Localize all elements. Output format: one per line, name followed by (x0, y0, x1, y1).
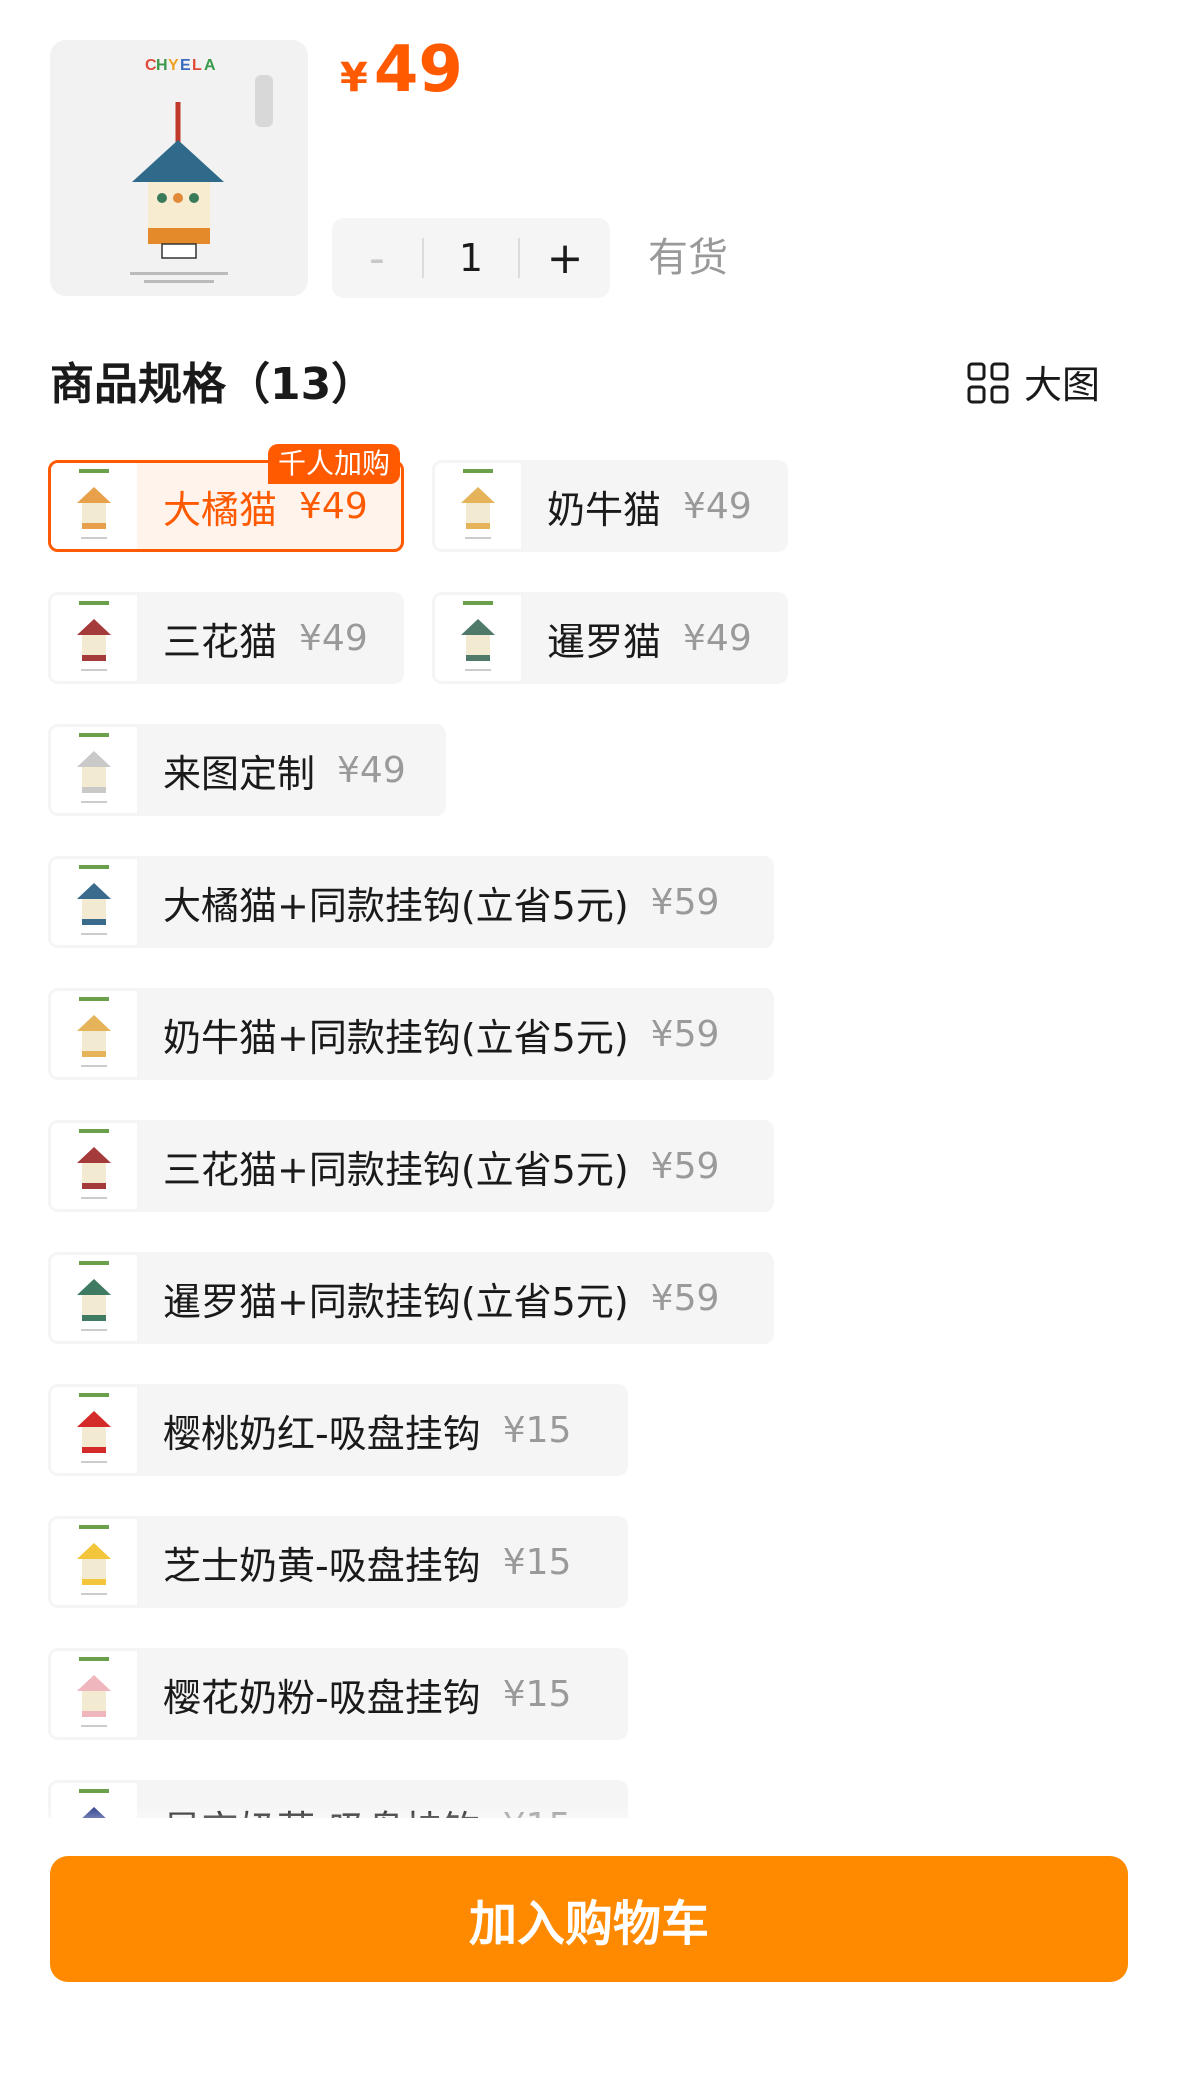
grid-icon (966, 361, 1010, 409)
option-price: ¥59 (650, 1013, 720, 1055)
option-price: ¥59 (650, 881, 720, 923)
svg-text:A: A (204, 57, 216, 74)
spec-option[interactable]: 樱桃奶红-吸盘挂钩 ¥15 (48, 1384, 628, 1476)
option-price: ¥59 (650, 1145, 720, 1187)
option-name: 三花猫+同款挂钩(立省5元) (163, 1147, 629, 1192)
option-thumbnail (435, 595, 521, 681)
price-value: 49 (373, 33, 463, 107)
option-name: 暹罗猫+同款挂钩(立省5元) (163, 1279, 629, 1324)
spec-option[interactable]: 暹罗猫+同款挂钩(立省5元) ¥59 (48, 1252, 774, 1344)
add-to-cart-button[interactable]: 加入购物车 (50, 1856, 1128, 1982)
spec-title: 商品规格（13） (50, 359, 376, 410)
option-price: ¥49 (299, 485, 368, 527)
option-thumbnail (51, 859, 137, 945)
option-thumbnail (51, 1519, 137, 1605)
option-thumbnail (51, 991, 137, 1077)
svg-text:E: E (180, 57, 191, 74)
quantity-value[interactable]: 1 (424, 236, 518, 280)
option-thumbnail (51, 595, 137, 681)
option-thumbnail (435, 463, 521, 549)
option-name: 芝士奶黄-吸盘挂钩 (163, 1543, 481, 1588)
spec-option[interactable]: 三花猫 ¥49 (48, 592, 404, 684)
option-name: 奶牛猫 (547, 487, 662, 532)
option-name: 来图定制 (163, 751, 316, 796)
option-name: 三花猫 (163, 619, 278, 664)
big-view-button[interactable]: 大图 (966, 358, 1100, 412)
spec-option[interactable]: 奶牛猫+同款挂钩(立省5元) ¥59 (48, 988, 774, 1080)
spec-option[interactable]: 奶牛猫 ¥49 (432, 460, 788, 552)
option-price: ¥15 (502, 1541, 572, 1583)
option-price: ¥15 (502, 1409, 572, 1451)
option-name: 暹罗猫 (547, 619, 662, 664)
spec-option[interactable]: 樱花奶粉-吸盘挂钩 ¥15 (48, 1648, 628, 1740)
option-name: 奶牛猫+同款挂钩(立省5元) (163, 1015, 629, 1060)
option-thumbnail (51, 1255, 137, 1341)
big-view-label: 大图 (1024, 363, 1101, 407)
svg-text:L: L (192, 57, 202, 74)
increase-button[interactable]: + (520, 218, 610, 298)
option-name: 大橘猫+同款挂钩(立省5元) (163, 883, 629, 928)
option-price: ¥59 (650, 1277, 720, 1319)
stock-status: 有货 (648, 235, 728, 281)
option-thumbnail (51, 1387, 137, 1473)
option-thumbnail (51, 727, 137, 813)
option-price: ¥49 (683, 617, 752, 659)
svg-text:H: H (156, 57, 168, 74)
spec-option[interactable]: 三花猫+同款挂钩(立省5元) ¥59 (48, 1120, 774, 1212)
currency-symbol: ¥ (340, 55, 368, 101)
option-thumbnail (51, 1651, 137, 1737)
option-name: 樱桃奶红-吸盘挂钩 (163, 1411, 481, 1456)
spec-option[interactable]: 芝士奶黄-吸盘挂钩 ¥15 (48, 1516, 628, 1608)
spec-option[interactable]: 大橘猫+同款挂钩(立省5元) ¥59 (48, 856, 774, 948)
option-price: ¥15 (502, 1673, 572, 1715)
svg-text:Y: Y (168, 57, 179, 74)
decrease-button[interactable]: - (332, 218, 422, 298)
product-image[interactable]: C H Y E L A (50, 40, 308, 296)
quantity-stepper: - 1 + (332, 218, 610, 298)
option-thumbnail (51, 463, 137, 549)
product-price: ¥ 49 (340, 30, 463, 110)
option-price: ¥49 (299, 617, 368, 659)
spec-option[interactable]: 暹罗猫 ¥49 (432, 592, 788, 684)
option-name: 樱花奶粉-吸盘挂钩 (163, 1675, 481, 1720)
option-name: 大橘猫 (163, 487, 278, 532)
spec-option[interactable]: 来图定制 ¥49 (48, 724, 446, 816)
popular-badge: 千人加购 (268, 444, 401, 484)
option-thumbnail (51, 1123, 137, 1209)
option-price: ¥49 (337, 749, 406, 791)
option-price: ¥49 (683, 485, 752, 527)
